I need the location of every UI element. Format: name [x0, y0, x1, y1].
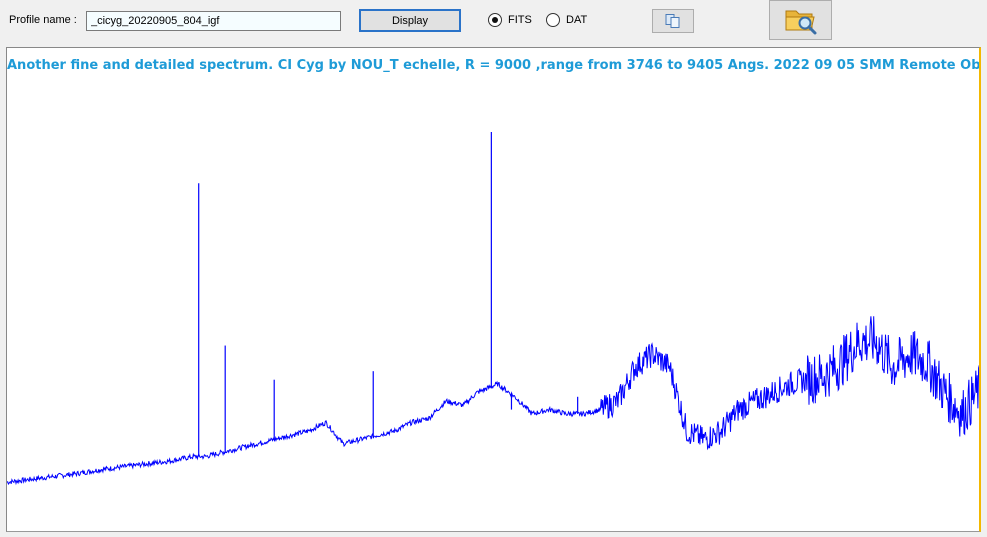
dat-radio-label[interactable]: DAT	[566, 14, 587, 26]
dat-radio[interactable]	[546, 13, 560, 27]
fits-radio-ring	[488, 13, 502, 27]
copy-button[interactable]	[652, 9, 694, 33]
fits-radio-label[interactable]: FITS	[508, 14, 532, 26]
copy-icon	[665, 14, 680, 28]
display-button[interactable]: Display	[359, 9, 461, 32]
spectrum-series-line	[7, 316, 979, 486]
fits-radio-selected-dot	[492, 17, 498, 23]
profile-name-label: Profile name :	[9, 14, 77, 26]
folder-search-icon	[785, 10, 816, 35]
spectrum-plot[interactable]: Another fine and detailed spectrum. CI C…	[6, 47, 981, 532]
spectrum-chart	[7, 132, 979, 486]
profile-name-input[interactable]	[86, 11, 341, 31]
dat-radio-ring	[546, 13, 560, 27]
fits-radio[interactable]	[488, 13, 502, 27]
open-file-button[interactable]	[769, 0, 832, 40]
